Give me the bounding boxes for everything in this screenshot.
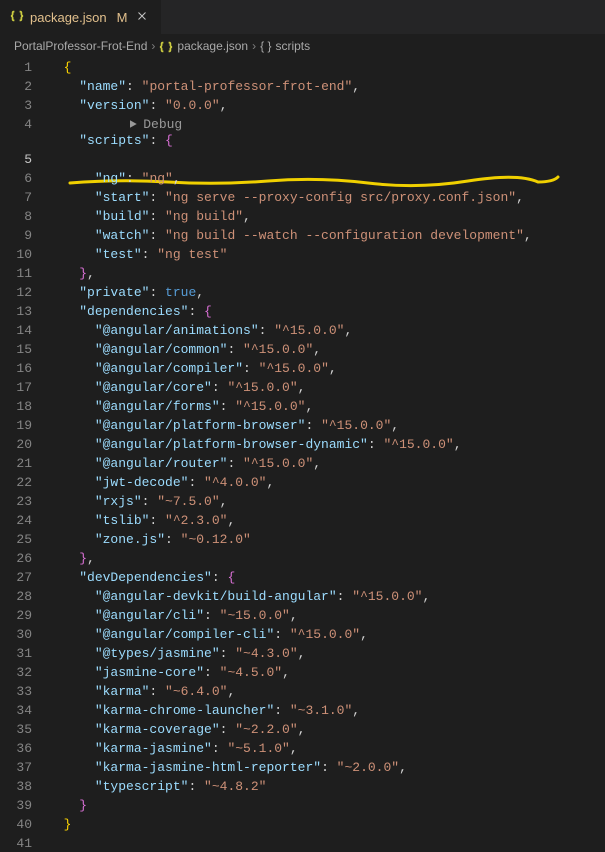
code-line[interactable]: "karma-coverage": "~2.2.0", — [48, 720, 605, 739]
close-icon[interactable] — [133, 7, 151, 29]
code-line[interactable]: "ng": "ng", — [48, 169, 605, 188]
json-icon — [10, 9, 24, 27]
chevron-right-icon: › — [252, 39, 256, 53]
code-line[interactable]: "start": "ng serve --proxy-config src/pr… — [48, 188, 605, 207]
code-line[interactable]: "dependencies": { — [48, 302, 605, 321]
chevron-right-icon: › — [151, 39, 155, 53]
breadcrumb-file[interactable]: package.json — [177, 39, 248, 53]
code-line[interactable]: "jwt-decode": "^4.0.0", — [48, 473, 605, 492]
code-line[interactable]: "@angular/core": "^15.0.0", — [48, 378, 605, 397]
code-line[interactable]: "karma-jasmine-html-reporter": "~2.0.0", — [48, 758, 605, 777]
code-line[interactable]: "name": "portal-professor-frot-end", — [48, 77, 605, 96]
breadcrumb-section[interactable]: scripts — [275, 39, 310, 53]
breadcrumb-folder[interactable]: PortalProfessor-Frot-End — [14, 39, 147, 53]
code-line[interactable]: "@angular/router": "^15.0.0", — [48, 454, 605, 473]
code-line[interactable]: "@types/jasmine": "~4.3.0", — [48, 644, 605, 663]
breadcrumb[interactable]: PortalProfessor-Frot-End › package.json … — [0, 35, 605, 58]
code-line[interactable]: "@angular/animations": "^15.0.0", — [48, 321, 605, 340]
code-line[interactable]: } — [48, 796, 605, 815]
json-icon — [159, 39, 173, 54]
code-line[interactable]: "build": "ng build", — [48, 207, 605, 226]
tab-bar: package.json M — [0, 0, 605, 35]
code-line[interactable]: "@angular/common": "^15.0.0", — [48, 340, 605, 359]
code-line[interactable]: } — [48, 815, 605, 834]
tab-label: package.json — [30, 10, 107, 25]
code-line[interactable]: }, — [48, 264, 605, 283]
code-line[interactable]: "@angular/cli": "~15.0.0", — [48, 606, 605, 625]
code-line[interactable]: "@angular/forms": "^15.0.0", — [48, 397, 605, 416]
code-content[interactable]: { "name": "portal-professor-frot-end", "… — [48, 58, 605, 851]
code-editor[interactable]: 1234567891011121314151617181920212223242… — [0, 58, 605, 851]
braces-icon: { } — [260, 39, 271, 53]
debug-codelens[interactable]: Debug — [48, 115, 605, 131]
code-line[interactable]: "jasmine-core": "~4.5.0", — [48, 663, 605, 682]
code-line[interactable]: "test": "ng test" — [48, 245, 605, 264]
tab-package-json[interactable]: package.json M — [0, 0, 161, 34]
code-line[interactable]: "rxjs": "~7.5.0", — [48, 492, 605, 511]
line-numbers: 1234567891011121314151617181920212223242… — [0, 58, 48, 851]
code-line[interactable]: { — [48, 58, 605, 77]
code-line[interactable] — [48, 834, 605, 851]
code-line[interactable]: "@angular/compiler-cli": "^15.0.0", — [48, 625, 605, 644]
code-line[interactable]: "private": true, — [48, 283, 605, 302]
tab-modified-indicator: M — [117, 10, 128, 25]
code-line[interactable]: "zone.js": "~0.12.0" — [48, 530, 605, 549]
code-line[interactable]: }, — [48, 549, 605, 568]
code-line[interactable]: "@angular/compiler": "^15.0.0", — [48, 359, 605, 378]
code-line[interactable]: "karma-chrome-launcher": "~3.1.0", — [48, 701, 605, 720]
code-line[interactable]: "@angular/platform-browser": "^15.0.0", — [48, 416, 605, 435]
code-line[interactable]: "@angular/platform-browser-dynamic": "^1… — [48, 435, 605, 454]
code-line[interactable]: "scripts": { — [48, 131, 605, 150]
code-line[interactable]: "watch": "ng build --watch --configurati… — [48, 226, 605, 245]
code-line[interactable]: "tslib": "^2.3.0", — [48, 511, 605, 530]
code-line[interactable] — [48, 150, 605, 169]
code-line[interactable]: "typescript": "~4.8.2" — [48, 777, 605, 796]
code-line[interactable]: "@angular-devkit/build-angular": "^15.0.… — [48, 587, 605, 606]
code-line[interactable]: "karma-jasmine": "~5.1.0", — [48, 739, 605, 758]
code-line[interactable]: "karma": "~6.4.0", — [48, 682, 605, 701]
code-line[interactable]: "devDependencies": { — [48, 568, 605, 587]
code-line[interactable]: "version": "0.0.0", — [48, 96, 605, 115]
